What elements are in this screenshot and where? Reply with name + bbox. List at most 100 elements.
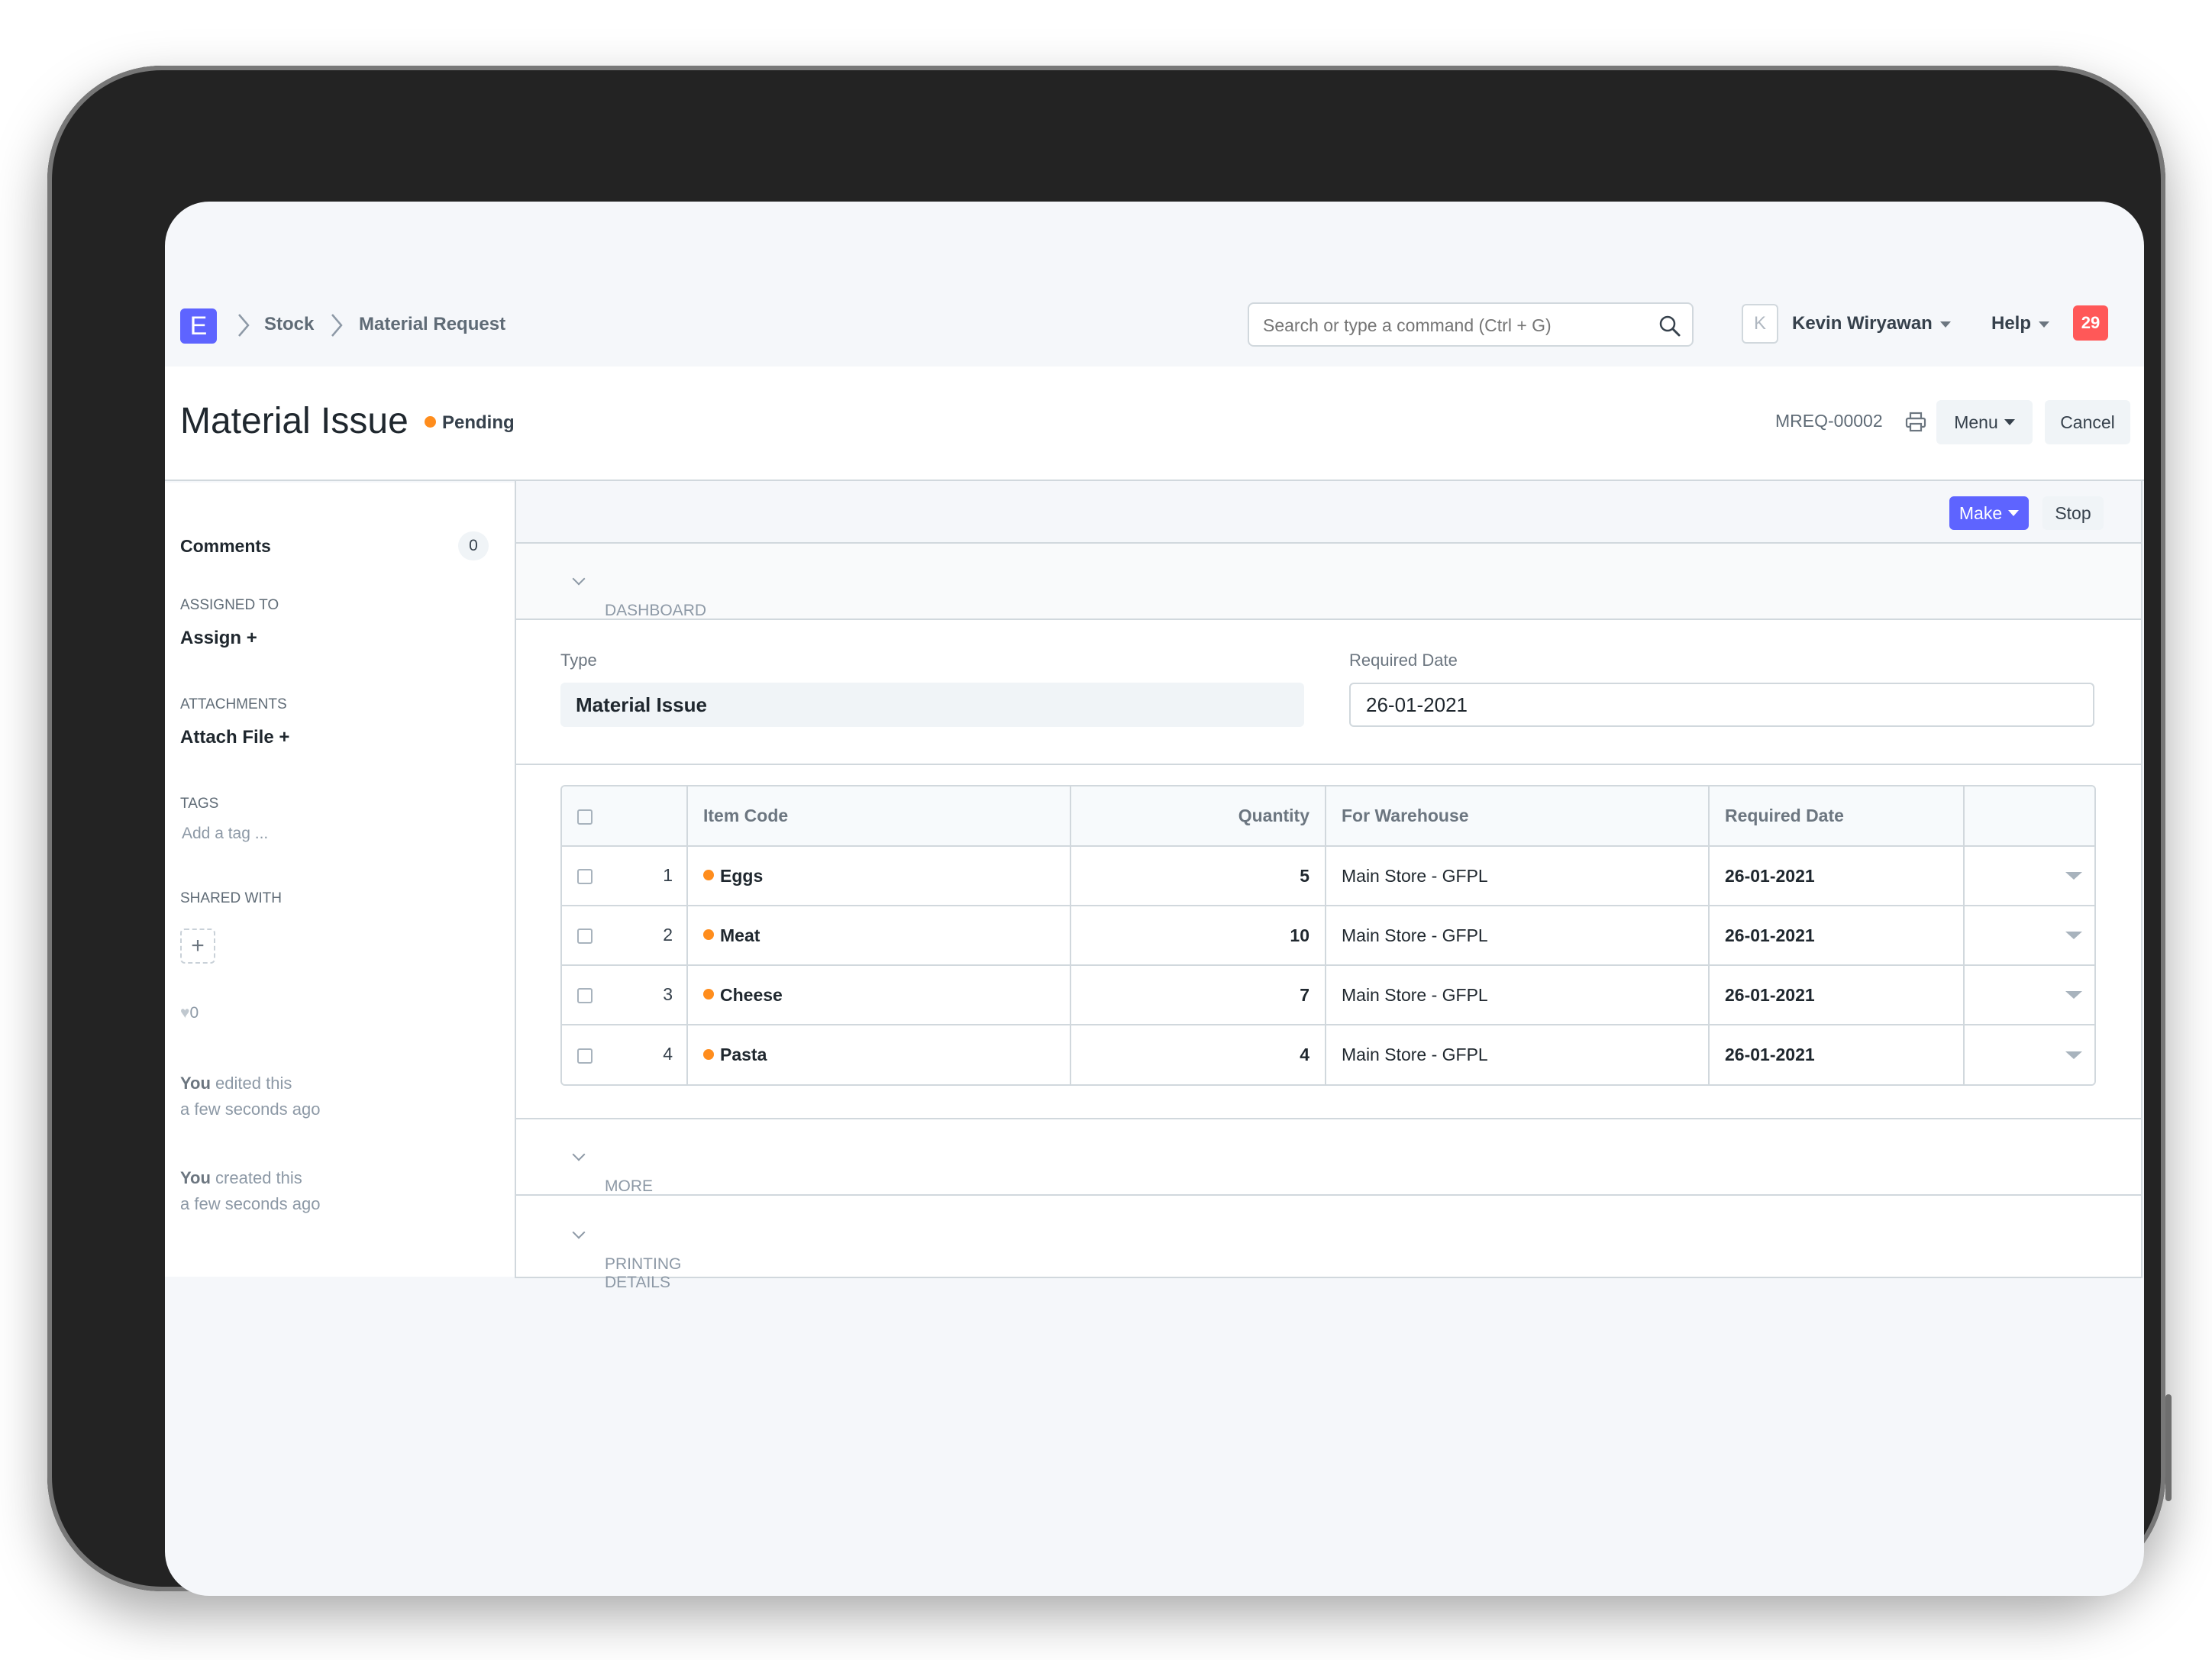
required-date-cell[interactable]: 26-01-2021 (1709, 906, 1965, 966)
assigned-to-label: Assigned To (180, 597, 279, 613)
row-index: 3 (663, 984, 673, 1004)
select-all-cell (562, 786, 688, 847)
activity-time: a few seconds ago (180, 1194, 321, 1213)
more-information-section-toggle[interactable]: More Information (516, 1119, 2141, 1213)
row-actions-cell[interactable] (1964, 1025, 2094, 1084)
warehouse-cell[interactable]: Main Store - GFPL (1326, 1025, 1710, 1084)
items-table: Item Code Quantity For Warehouse Require… (560, 785, 2096, 1086)
activity-actor: You (180, 1074, 211, 1093)
tags-label: Tags (180, 796, 219, 812)
app-screen: E Stock Material Request K Kevin Wiryawa… (165, 202, 2144, 1596)
row-actions-cell[interactable] (1964, 846, 2094, 906)
activity-item: You created this a few seconds ago (180, 1165, 320, 1217)
plus-icon: + (279, 727, 290, 748)
printing-details-label: Printing Details (560, 1226, 681, 1291)
row-checkbox[interactable] (577, 1048, 593, 1064)
notification-badge[interactable]: 29 (2073, 305, 2108, 341)
user-menu[interactable]: Kevin Wiryawan (1792, 313, 1951, 334)
comments-label[interactable]: Comments (180, 536, 271, 557)
warehouse-cell[interactable]: Main Store - GFPL (1326, 965, 1710, 1025)
help-menu[interactable]: Help (1991, 313, 2050, 334)
quantity-cell[interactable]: 10 (1070, 906, 1326, 966)
document-name: MREQ-00002 (1775, 411, 1883, 431)
column-header-required-date[interactable]: Required Date (1709, 786, 1965, 847)
menu-button[interactable]: Menu (1936, 400, 2033, 444)
activity-action: created this (215, 1168, 302, 1187)
status-dot-icon (425, 416, 436, 428)
caret-down-icon (2004, 419, 2015, 425)
row-actions-cell[interactable] (1964, 906, 2094, 966)
cancel-button[interactable]: Cancel (2045, 400, 2130, 444)
item-code-cell[interactable]: Eggs (687, 846, 1071, 906)
row-checkbox[interactable] (577, 988, 593, 1004)
quantity-cell[interactable]: 7 (1070, 965, 1326, 1025)
caret-down-icon[interactable] (2065, 932, 2082, 939)
row-actions-cell[interactable] (1964, 965, 2094, 1025)
caret-down-icon (1939, 321, 1951, 328)
page-title: Material Issue (180, 401, 408, 441)
share-add-button[interactable]: + (180, 929, 215, 964)
app-logo[interactable]: E (180, 308, 217, 344)
menu-label: Menu (1954, 412, 1998, 432)
make-label: Make (1959, 502, 2003, 523)
like-count: 0 (189, 1004, 199, 1022)
navbar: E Stock Material Request K Kevin Wiryawa… (165, 284, 2144, 367)
item-code-cell[interactable]: Pasta (687, 1025, 1071, 1084)
row-index: 2 (663, 925, 673, 945)
breadcrumb-material-request[interactable]: Material Request (359, 314, 505, 335)
table-row[interactable]: 1 Eggs 5 Main Store - GFPL 26-01-2021 (562, 846, 2094, 906)
caret-down-icon[interactable] (2065, 1051, 2082, 1059)
required-date-cell[interactable]: 26-01-2021 (1709, 1025, 1965, 1084)
required-date-cell[interactable]: 26-01-2021 (1709, 846, 1965, 906)
like-button[interactable]: ♥0 (180, 1004, 199, 1022)
column-header-warehouse[interactable]: For Warehouse (1326, 786, 1710, 847)
quantity-cell[interactable]: 4 (1070, 1025, 1326, 1084)
printer-icon[interactable] (1904, 411, 1927, 434)
table-row[interactable]: 2 Meat 10 Main Store - GFPL 26-01-2021 (562, 906, 2094, 966)
status-dot-icon (703, 989, 714, 1000)
column-header-quantity[interactable]: Quantity (1070, 786, 1326, 847)
table-header-row: Item Code Quantity For Warehouse Require… (562, 786, 2094, 847)
add-tag-input[interactable]: Add a tag ... (182, 825, 268, 843)
table-row[interactable]: 3 Cheese 7 Main Store - GFPL 26-01-2021 (562, 965, 2094, 1025)
assign-button[interactable]: Assign + (180, 628, 257, 649)
make-button[interactable]: Make (1949, 496, 2029, 530)
required-date-cell[interactable]: 26-01-2021 (1709, 965, 1965, 1025)
caret-down-icon (2008, 510, 2020, 516)
quantity-cell[interactable]: 5 (1070, 846, 1326, 906)
activity-time: a few seconds ago (180, 1100, 321, 1119)
caret-down-icon[interactable] (2065, 872, 2082, 880)
page-head: Material Issue Pending MREQ-00002 Menu C… (165, 367, 2144, 481)
attach-file-button[interactable]: Attach File + (180, 727, 289, 748)
form-toolbar: Make Stop (516, 481, 2141, 544)
search-icon[interactable] (1658, 315, 1681, 337)
breadcrumb-stock[interactable]: Stock (264, 314, 314, 335)
more-information-label: More Information (560, 1148, 715, 1213)
chevron-down-icon (572, 1226, 586, 1239)
required-date-label: Required Date (1349, 651, 1458, 670)
status-dot-icon (703, 1048, 714, 1060)
row-checkbox[interactable] (577, 929, 593, 945)
chevron-right-icon (331, 314, 343, 337)
column-header-item-code[interactable]: Item Code (687, 786, 1071, 847)
warehouse-cell[interactable]: Main Store - GFPL (1326, 906, 1710, 966)
status-dot-icon (703, 870, 714, 881)
stop-button[interactable]: Stop (2042, 496, 2104, 530)
column-header-actions (1964, 786, 2094, 847)
item-code-cell[interactable]: Meat (687, 906, 1071, 966)
row-select-cell: 1 (562, 846, 688, 906)
warehouse-cell[interactable]: Main Store - GFPL (1326, 846, 1710, 906)
printing-details-section-toggle[interactable]: Printing Details (516, 1196, 2141, 1291)
row-checkbox[interactable] (577, 869, 593, 885)
search-input[interactable] (1263, 312, 1645, 339)
table-row[interactable]: 4 Pasta 4 Main Store - GFPL 26-01-2021 (562, 1025, 2094, 1084)
avatar[interactable]: K (1742, 304, 1778, 344)
activity-actor: You (180, 1168, 211, 1187)
required-date-field[interactable] (1349, 683, 2094, 727)
item-code-cell[interactable]: Cheese (687, 965, 1071, 1025)
caret-down-icon[interactable] (2065, 991, 2082, 999)
search-box[interactable] (1248, 302, 1694, 347)
dashboard-section-toggle[interactable]: Dashboard (516, 544, 2141, 620)
select-all-checkbox[interactable] (577, 809, 593, 825)
type-value: Material Issue (560, 683, 1304, 727)
